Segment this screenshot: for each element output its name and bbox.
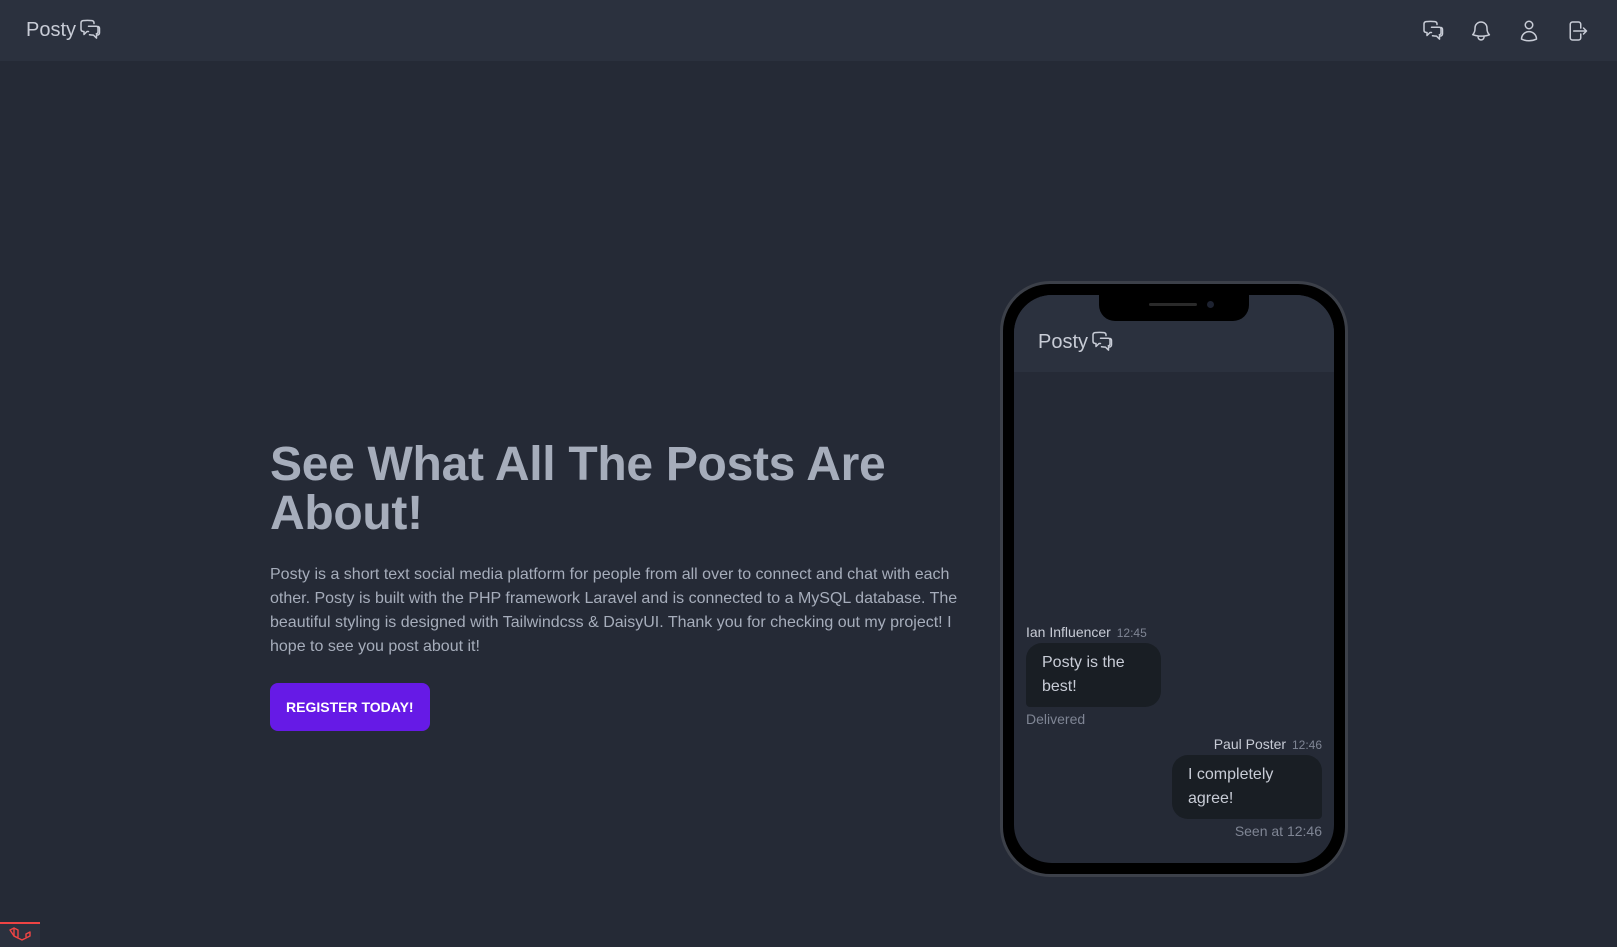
chat-footer: Seen at 12:46	[1234, 823, 1322, 839]
chat-author: Paul Poster	[1213, 736, 1287, 752]
chat-footer: Delivered	[1026, 711, 1086, 727]
bell-icon	[1471, 20, 1491, 41]
phone-speaker	[1149, 303, 1197, 306]
hero-content: See What All The Posts Are About! Posty …	[270, 440, 960, 731]
phone-brand: Posty	[1038, 331, 1114, 354]
phone-camera	[1207, 301, 1214, 308]
laravel-icon	[9, 926, 31, 941]
phone-mockup: Posty Ian Influencer 12:45 Posty is the …	[1000, 281, 1348, 877]
phone-screen: Posty Ian Influencer 12:45 Posty is the …	[1014, 295, 1334, 863]
user-icon	[1520, 20, 1538, 42]
navbar-actions	[1409, 0, 1601, 61]
chat-message: Paul Poster 12:46 I completely agree! Se…	[1026, 734, 1322, 841]
register-button[interactable]: REGISTER TODAY!	[270, 683, 430, 731]
logout-icon	[1569, 20, 1588, 41]
chat-author: Ian Influencer	[1026, 624, 1111, 640]
chat-icon	[1423, 20, 1444, 40]
chat-bubbles-icon	[1092, 331, 1113, 351]
phone-brand-name: Posty	[1038, 331, 1089, 353]
brand-logo-link[interactable]: Posty	[26, 19, 102, 42]
chat-header: Paul Poster 12:46	[1026, 734, 1322, 755]
chat-bubble: Posty is the best!	[1026, 643, 1161, 707]
chat-header: Ian Influencer 12:45	[1026, 622, 1322, 643]
phone-notch	[1099, 295, 1249, 321]
chat-time: 12:46	[1291, 738, 1322, 752]
hero-description: Posty is a short text social media platf…	[270, 566, 958, 655]
messages-button[interactable]	[1409, 7, 1457, 55]
brand-name: Posty	[26, 19, 77, 41]
profile-button[interactable]	[1505, 7, 1553, 55]
hero-title: See What All The Posts Are About!	[270, 438, 886, 540]
logout-button[interactable]	[1553, 7, 1601, 55]
chat-bubble: I completely agree!	[1172, 755, 1322, 819]
chat-message: Ian Influencer 12:45 Posty is the best! …	[1026, 622, 1322, 729]
chat-time: 12:45	[1116, 626, 1147, 640]
laravel-debug-toggle[interactable]	[0, 922, 40, 947]
notifications-button[interactable]	[1457, 7, 1505, 55]
top-navbar: Posty	[0, 0, 1617, 61]
chat-bubbles-icon	[80, 19, 101, 39]
